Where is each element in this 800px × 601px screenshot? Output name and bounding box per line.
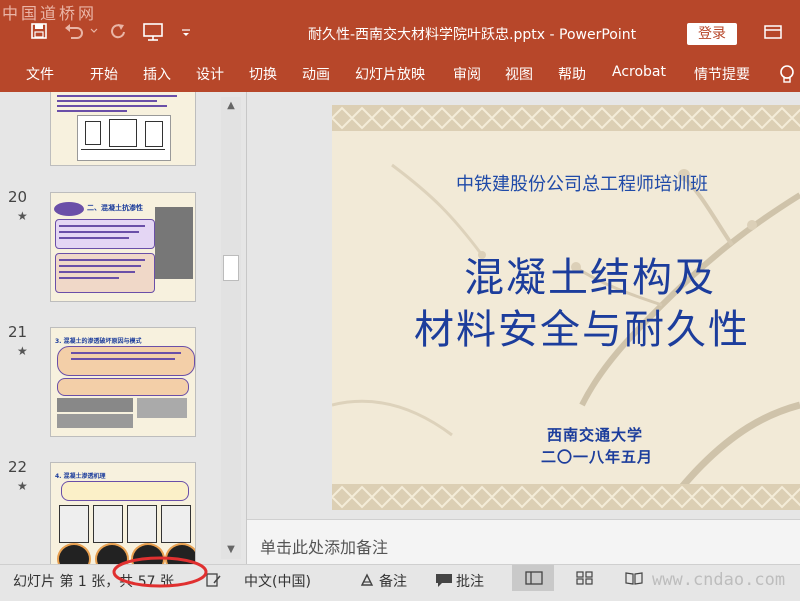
comments-button[interactable]: 批注 [456, 571, 484, 591]
document-title: 耐久性-西南交大材料学院叶跃忠.pptx - PowerPoint [308, 27, 637, 43]
slide-number: 20 [8, 188, 28, 206]
comment-icon [436, 574, 452, 587]
tab-transitions[interactable]: 切换 [249, 64, 277, 84]
tab-insert[interactable]: 插入 [143, 64, 171, 84]
slide-subtitle[interactable]: 中铁建股份公司总工程师培训班 [456, 170, 708, 196]
tab-animations[interactable]: 动画 [302, 64, 330, 84]
slide-decorative-border [332, 105, 800, 131]
tell-me-lightbulb-icon[interactable] [778, 64, 796, 86]
save-icon[interactable] [30, 22, 48, 40]
thumbnail-title: 二、混凝土抗渗性 [87, 204, 143, 212]
tab-storyboard[interactable]: 情节提要 [694, 64, 750, 84]
title-bar: 中国道桥网 耐久性-西南交大材料学院叶跃忠.pptx - PowerPoint … [0, 0, 800, 56]
slide-thumbnail[interactable]: 4. 混凝土渗透机理 [50, 462, 196, 564]
redo-icon[interactable] [108, 22, 128, 40]
slide-title-line-2[interactable]: 材料安全与耐久性 [414, 297, 750, 355]
notes-button[interactable]: 备注 [379, 571, 407, 591]
notes-icon [360, 573, 374, 586]
undo-icon[interactable] [63, 22, 85, 40]
scroll-up-arrow-icon[interactable]: ▲ [221, 97, 241, 115]
slide-number: 21 [8, 323, 28, 341]
thumbnail-scrollbar[interactable]: ▲ ▼ [221, 97, 241, 559]
slide-thumbnail[interactable]: 二、混凝土抗渗性 [50, 192, 196, 302]
tab-home[interactable]: 开始 [90, 64, 118, 84]
tab-acrobat[interactable]: Acrobat [612, 64, 666, 80]
slide-date[interactable]: 二〇一八年五月 [541, 446, 653, 467]
slide-decorative-border [332, 484, 800, 510]
login-button[interactable]: 登录 [687, 23, 737, 45]
slide-number: 22 [8, 458, 28, 476]
current-slide[interactable]: 中铁建股份公司总工程师培训班 混凝土结构及 材料安全与耐久性 西南交通大学 二〇… [332, 105, 800, 510]
tab-slideshow[interactable]: 幻灯片放映 [355, 64, 425, 84]
animation-star-icon: ★ [17, 344, 28, 358]
customize-toolbar-icon[interactable] [180, 22, 192, 40]
slide-thumbnail[interactable]: 3. 混凝土的渗透破坏原因与模式 [50, 327, 196, 437]
ribbon-display-options-icon[interactable] [764, 24, 782, 40]
ribbon-tab-bar: 文件 开始 插入 设计 切换 动画 幻灯片放映 审阅 视图 帮助 Acrobat… [0, 56, 800, 92]
watermark-url: www.cndao.com [652, 570, 786, 590]
undo-dropdown-icon[interactable] [90, 22, 98, 40]
normal-view-button[interactable] [512, 565, 554, 591]
watermark-logo: 中国道桥网 [2, 4, 98, 23]
tab-view[interactable]: 视图 [505, 64, 533, 84]
start-slideshow-icon[interactable] [142, 22, 166, 42]
language-status[interactable]: 中文(中国) [244, 571, 311, 591]
tab-design[interactable]: 设计 [196, 64, 224, 84]
slide-editing-area[interactable]: 中铁建股份公司总工程师培训班 混凝土结构及 材料安全与耐久性 西南交通大学 二〇… [247, 92, 800, 519]
thumbnail-title: 4. 混凝土渗透机理 [55, 473, 106, 480]
red-highlight-ellipse [112, 556, 208, 588]
animation-star-icon: ★ [17, 479, 28, 493]
slide-title-line-1[interactable]: 混凝土结构及 [464, 245, 716, 303]
tab-help[interactable]: 帮助 [558, 64, 586, 84]
slide-thumbnail-panel[interactable]: 20 ★ 二、混凝土抗渗性 21 ★ 3. 混凝土的渗透破坏原因与模式 22 ★… [0, 92, 247, 564]
normal-view-icon [525, 571, 543, 585]
reading-view-icon[interactable] [625, 571, 643, 585]
scrollbar-thumb[interactable] [223, 255, 239, 281]
notes-pane[interactable]: 单击此处添加备注 [247, 519, 800, 565]
slide-thumbnail[interactable] [50, 92, 196, 166]
slide-organization[interactable]: 西南交通大学 [547, 424, 643, 445]
slide-sorter-view-icon[interactable] [576, 571, 594, 585]
animation-star-icon: ★ [17, 209, 28, 223]
notes-placeholder[interactable]: 单击此处添加备注 [260, 534, 388, 558]
thumbnail-title: 3. 混凝土的渗透破坏原因与模式 [55, 338, 142, 345]
tab-review[interactable]: 审阅 [453, 64, 481, 84]
tab-file[interactable]: 文件 [26, 64, 54, 84]
scroll-down-arrow-icon[interactable]: ▼ [221, 541, 241, 559]
